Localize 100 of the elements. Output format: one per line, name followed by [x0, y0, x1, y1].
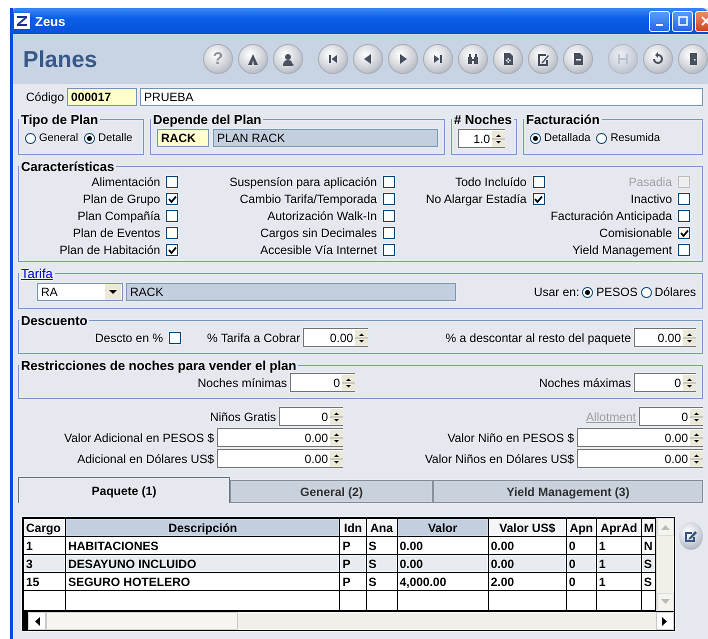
- checkbox-option[interactable]: Plan de Grupo: [82, 191, 178, 207]
- code-field[interactable]: 000017: [67, 88, 138, 106]
- spinner-arrows-icon[interactable]: [492, 130, 505, 146]
- doc-button[interactable]: [563, 44, 593, 74]
- group-title: Características: [20, 159, 116, 174]
- maximize-button[interactable]: [672, 10, 693, 32]
- tab[interactable]: Yield Management (3): [433, 480, 703, 502]
- radio-option[interactable]: Detallada: [530, 132, 590, 144]
- radio-option[interactable]: Dólares: [640, 285, 696, 299]
- scroll-left-icon[interactable]: [34, 616, 40, 626]
- field-label: % a descontar al resto del paquete: [446, 330, 631, 344]
- spinner-arrows-icon[interactable]: [330, 450, 343, 466]
- next-button[interactable]: [388, 44, 418, 74]
- spin-field[interactable]: 0: [634, 373, 696, 392]
- checkbox-option[interactable]: Cargos sin Decimales: [260, 225, 395, 241]
- checkbox-option[interactable]: Suspensíon para aplicación: [230, 174, 395, 190]
- spin-field[interactable]: 0.00: [217, 428, 343, 447]
- field-label: Valor Niños en Dólares US$: [424, 452, 574, 466]
- spinner-arrows-icon[interactable]: [330, 408, 343, 424]
- table-cell: 2.00: [488, 572, 566, 590]
- radio-option[interactable]: Resumida: [596, 132, 660, 144]
- spin-field[interactable]: 0.00: [303, 328, 368, 347]
- spinner-arrows-icon[interactable]: [330, 430, 343, 446]
- spinner-arrows-icon[interactable]: [683, 374, 696, 390]
- column-header[interactable]: Apn: [566, 518, 596, 536]
- radio-option[interactable]: General: [25, 132, 78, 144]
- first-button[interactable]: [318, 44, 348, 74]
- scroll-right-icon[interactable]: [662, 616, 668, 626]
- app-logo-icon: [14, 13, 30, 29]
- field-label: Usar en:: [534, 285, 580, 299]
- tab[interactable]: Paquete (1): [18, 477, 230, 503]
- checkbox-option[interactable]: Cambio Tarifa/Temporada: [240, 191, 395, 207]
- binoculars-icon: [465, 51, 481, 67]
- checkbox-option[interactable]: Comisionable: [599, 225, 690, 241]
- radio-option[interactable]: Detalle: [84, 132, 132, 144]
- field-label: Adicional en Dólares US$: [77, 452, 214, 466]
- field-label: Noches máximas: [538, 376, 631, 390]
- checkbox-option[interactable]: Accesible Vía Internet: [260, 242, 395, 258]
- checkbox-option[interactable]: Plan de Eventos: [72, 225, 178, 241]
- radio-option[interactable]: PESOS: [582, 285, 638, 299]
- column-header[interactable]: Descripción: [66, 518, 340, 536]
- minimize-button[interactable]: [649, 10, 670, 32]
- undo-button[interactable]: [643, 44, 673, 74]
- group-title: Descuento: [20, 313, 88, 328]
- group-title: Depende del Plan: [152, 112, 262, 127]
- new-button[interactable]: [493, 44, 523, 74]
- tab[interactable]: General (2): [230, 480, 433, 502]
- spinner-arrows-icon[interactable]: [342, 374, 355, 390]
- spinner-arrows-icon[interactable]: [690, 430, 703, 446]
- group-title: Facturación: [525, 112, 601, 127]
- name-field[interactable]: PRUEBA: [140, 88, 703, 106]
- tarifa-link[interactable]: Tarifa: [21, 266, 53, 281]
- checkbox-option[interactable]: Inactivo: [630, 191, 690, 207]
- checkbox-option[interactable]: Todo Incluído: [455, 174, 545, 190]
- column-header[interactable]: Idn: [340, 518, 366, 536]
- edit-document-icon: [535, 51, 551, 67]
- checkbox-option[interactable]: Autorización Walk-In: [267, 208, 395, 224]
- spin-field[interactable]: 0: [279, 407, 343, 426]
- table-cell: S: [366, 572, 398, 590]
- spin-field[interactable]: 0: [290, 373, 355, 392]
- checkbox-option[interactable]: Alimentación: [92, 174, 178, 190]
- column-header[interactable]: Valor: [397, 518, 488, 536]
- checkbox-option[interactable]: Plan Compañía: [78, 208, 178, 224]
- prev-button[interactable]: [353, 44, 383, 74]
- last-button[interactable]: [423, 44, 453, 74]
- spin-field[interactable]: 0.00: [577, 449, 703, 468]
- column-header[interactable]: Valor US$: [488, 518, 566, 536]
- edit-button[interactable]: [528, 44, 558, 74]
- table-cell: 1: [596, 572, 642, 590]
- column-header[interactable]: Cargo: [24, 518, 66, 536]
- horizontal-scrollbar[interactable]: [23, 611, 674, 630]
- column-header[interactable]: AprAd: [596, 518, 642, 536]
- checkbox-option[interactable]: Yield Management: [572, 242, 690, 258]
- rate-dropdown[interactable]: RA: [37, 283, 123, 301]
- spinner-arrows-icon[interactable]: [355, 330, 368, 346]
- table-cell: P: [340, 572, 366, 590]
- field-label: Noches mínimas: [198, 376, 287, 390]
- spin-field[interactable]: 1.0: [458, 129, 505, 148]
- spinner-arrows-icon[interactable]: [690, 450, 703, 466]
- spin-field[interactable]: 0: [639, 407, 703, 426]
- table-cell: 15: [24, 572, 66, 590]
- checkbox-option[interactable]: Plan de Habitación: [60, 242, 178, 258]
- column-header[interactable]: M: [641, 518, 656, 536]
- spin-field[interactable]: 0.00: [217, 449, 343, 468]
- checkbox-option[interactable]: No Alargar Estadía: [426, 191, 545, 207]
- plan-code-field[interactable]: RACK: [157, 129, 209, 147]
- spin-field[interactable]: 0.00: [577, 428, 703, 447]
- field-label: Valor Adicional en PESOS $: [64, 430, 214, 444]
- spinner-arrows-icon[interactable]: [683, 330, 696, 346]
- exit-button[interactable]: [678, 44, 708, 74]
- checkbox-option[interactable]: Descto en %: [95, 330, 182, 346]
- table-cell: P: [340, 554, 366, 572]
- tent-button[interactable]: [238, 44, 268, 74]
- edit-grid-button[interactable]: [679, 522, 703, 550]
- checkbox-option[interactable]: Facturación Anticipada: [550, 208, 690, 224]
- find-button[interactable]: [458, 44, 488, 74]
- spin-field[interactable]: 0.00: [634, 328, 696, 347]
- person-button[interactable]: [273, 44, 303, 74]
- column-header[interactable]: Ana: [366, 518, 398, 536]
- spinner-arrows-icon[interactable]: [690, 408, 703, 424]
